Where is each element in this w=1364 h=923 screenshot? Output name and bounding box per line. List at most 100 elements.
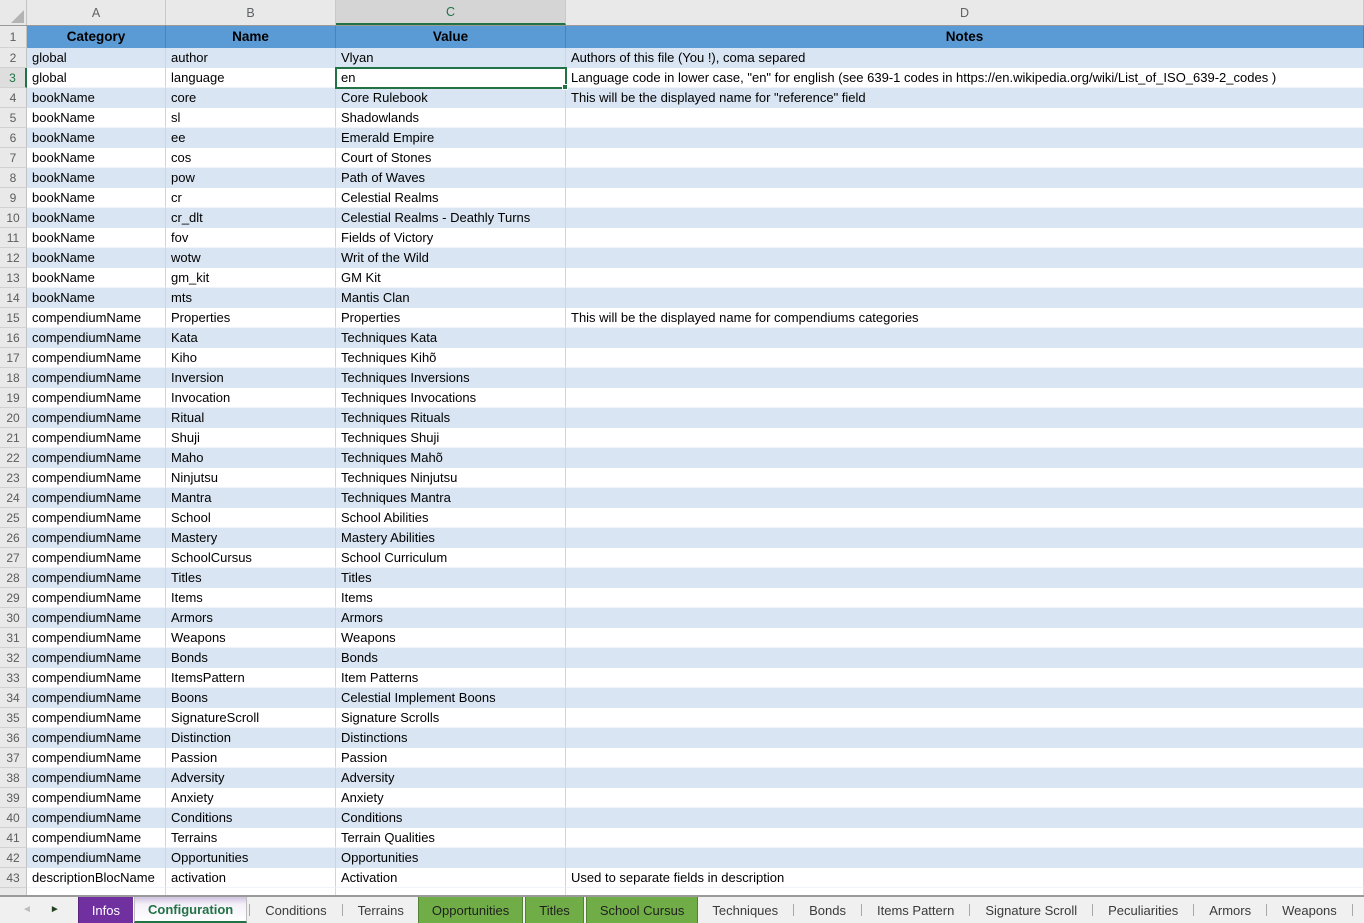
cell-name[interactable]: SchoolCursus xyxy=(166,548,336,568)
cell-notes[interactable] xyxy=(566,448,1364,468)
sheet-tab-school-cursus[interactable]: School Cursus xyxy=(586,897,699,923)
column-header-a[interactable]: A xyxy=(27,0,166,25)
row-header-30[interactable]: 30 xyxy=(0,608,27,628)
cell-notes[interactable] xyxy=(566,388,1364,408)
sheet-tab-armors[interactable]: Armors xyxy=(1196,897,1264,923)
row-header-42[interactable]: 42 xyxy=(0,848,27,868)
cell-notes[interactable] xyxy=(566,528,1364,548)
row-header-13[interactable]: 13 xyxy=(0,268,27,288)
cell-name[interactable]: Kiho xyxy=(166,348,336,368)
cell-name[interactable]: Mastery xyxy=(166,528,336,548)
cell-category[interactable]: compendiumName xyxy=(27,788,166,808)
row-header-11[interactable]: 11 xyxy=(0,228,27,248)
cell-value[interactable]: Celestial Realms xyxy=(336,188,566,208)
cell-name[interactable]: Conditions xyxy=(166,808,336,828)
cell-name[interactable]: gm_kit xyxy=(166,268,336,288)
sheet-tab-ite[interactable]: Ite xyxy=(1355,897,1364,923)
row-header-34[interactable]: 34 xyxy=(0,688,27,708)
cell-notes[interactable] xyxy=(566,728,1364,748)
cell-category[interactable]: compendiumName xyxy=(27,468,166,488)
cell-name[interactable]: Adversity xyxy=(166,768,336,788)
cell-value[interactable]: Armors xyxy=(336,608,566,628)
row-header-9[interactable]: 9 xyxy=(0,188,27,208)
cell-category[interactable]: bookName xyxy=(27,288,166,308)
cell-value[interactable]: Techniques Mantra xyxy=(336,488,566,508)
cell-name[interactable]: Maho xyxy=(166,448,336,468)
cell-name[interactable]: Terrains xyxy=(166,828,336,848)
row-header-18[interactable]: 18 xyxy=(0,368,27,388)
cell-notes[interactable] xyxy=(566,348,1364,368)
cell-category[interactable]: bookName xyxy=(27,148,166,168)
cell-category[interactable]: compendiumName xyxy=(27,428,166,448)
sheet-tab-techniques[interactable]: Techniques xyxy=(699,897,791,923)
row-header-17[interactable]: 17 xyxy=(0,348,27,368)
cell-notes[interactable] xyxy=(566,288,1364,308)
cell-notes[interactable] xyxy=(566,688,1364,708)
cell-notes[interactable] xyxy=(566,508,1364,528)
cell-value[interactable]: Techniques Inversions xyxy=(336,368,566,388)
cell-category[interactable]: compendiumName xyxy=(27,828,166,848)
cell-category[interactable]: bookName xyxy=(27,168,166,188)
row-header-40[interactable]: 40 xyxy=(0,808,27,828)
cell-value[interactable]: Emerald Empire xyxy=(336,128,566,148)
cell-name[interactable]: Ninjutsu xyxy=(166,468,336,488)
row-header-6[interactable]: 6 xyxy=(0,128,27,148)
cell-name[interactable]: School xyxy=(166,508,336,528)
cell-notes[interactable]: This will be the displayed name for comp… xyxy=(566,308,1364,328)
cell-notes[interactable] xyxy=(566,788,1364,808)
cell-value[interactable]: Value xyxy=(336,26,566,48)
row-header-39[interactable]: 39 xyxy=(0,788,27,808)
cell-name[interactable]: Distinction xyxy=(166,728,336,748)
cell-value[interactable]: Writ of the Wild xyxy=(336,248,566,268)
cell-notes[interactable]: Notes xyxy=(566,26,1364,48)
select-all-button[interactable] xyxy=(0,0,27,25)
cell-name[interactable]: Boons xyxy=(166,688,336,708)
column-header-c[interactable]: C xyxy=(336,0,566,25)
cell-notes[interactable] xyxy=(566,548,1364,568)
cell-value[interactable]: Passion xyxy=(336,748,566,768)
row-header-12[interactable]: 12 xyxy=(0,248,27,268)
cell-name[interactable]: ee xyxy=(166,128,336,148)
cell-value[interactable]: Techniques Kata xyxy=(336,328,566,348)
cell-value[interactable]: Terrain Qualities xyxy=(336,828,566,848)
row-header-2[interactable]: 2 xyxy=(0,48,27,68)
cell-notes[interactable]: This will be the displayed name for "ref… xyxy=(566,88,1364,108)
cell-category[interactable]: compendiumName xyxy=(27,728,166,748)
cell-notes[interactable] xyxy=(566,668,1364,688)
sheet-tab-terrains[interactable]: Terrains xyxy=(345,897,417,923)
cell-category[interactable]: compendiumName xyxy=(27,348,166,368)
cell-category[interactable]: bookName xyxy=(27,128,166,148)
row-header-19[interactable]: 19 xyxy=(0,388,27,408)
sheet-tab-infos[interactable]: Infos xyxy=(78,897,134,923)
cell-category[interactable]: compendiumName xyxy=(27,608,166,628)
row-header-20[interactable]: 20 xyxy=(0,408,27,428)
row-header-25[interactable]: 25 xyxy=(0,508,27,528)
cell-name[interactable]: Passion xyxy=(166,748,336,768)
row-header-33[interactable]: 33 xyxy=(0,668,27,688)
cell-value[interactable]: Conditions xyxy=(336,808,566,828)
cell-category[interactable]: bookName xyxy=(27,228,166,248)
cell-value[interactable]: Opportunities xyxy=(336,848,566,868)
cell-category[interactable]: bookName xyxy=(27,248,166,268)
cell-category[interactable]: compendiumName xyxy=(27,748,166,768)
cell-notes[interactable] xyxy=(566,148,1364,168)
cell-name[interactable]: Anxiety xyxy=(166,788,336,808)
row-header-3[interactable]: 3 xyxy=(0,68,27,88)
cell-name[interactable]: core xyxy=(166,88,336,108)
cell-notes[interactable] xyxy=(566,468,1364,488)
cell-notes[interactable] xyxy=(566,168,1364,188)
cell-notes[interactable] xyxy=(566,188,1364,208)
cell-value[interactable]: Path of Waves xyxy=(336,168,566,188)
row-header-1[interactable]: 1 xyxy=(0,26,27,48)
row-header-7[interactable]: 7 xyxy=(0,148,27,168)
row-header-27[interactable]: 27 xyxy=(0,548,27,568)
cell-value[interactable]: Item Patterns xyxy=(336,668,566,688)
cell-category[interactable]: compendiumName xyxy=(27,308,166,328)
cell-name[interactable]: sl xyxy=(166,108,336,128)
sheet-tab-configuration[interactable]: Configuration xyxy=(134,897,247,923)
cell-name[interactable]: Kata xyxy=(166,328,336,348)
row-header-41[interactable]: 41 xyxy=(0,828,27,848)
cell-value[interactable]: Titles xyxy=(336,568,566,588)
cell-value[interactable]: Items xyxy=(336,588,566,608)
cell-value[interactable]: GM Kit xyxy=(336,268,566,288)
